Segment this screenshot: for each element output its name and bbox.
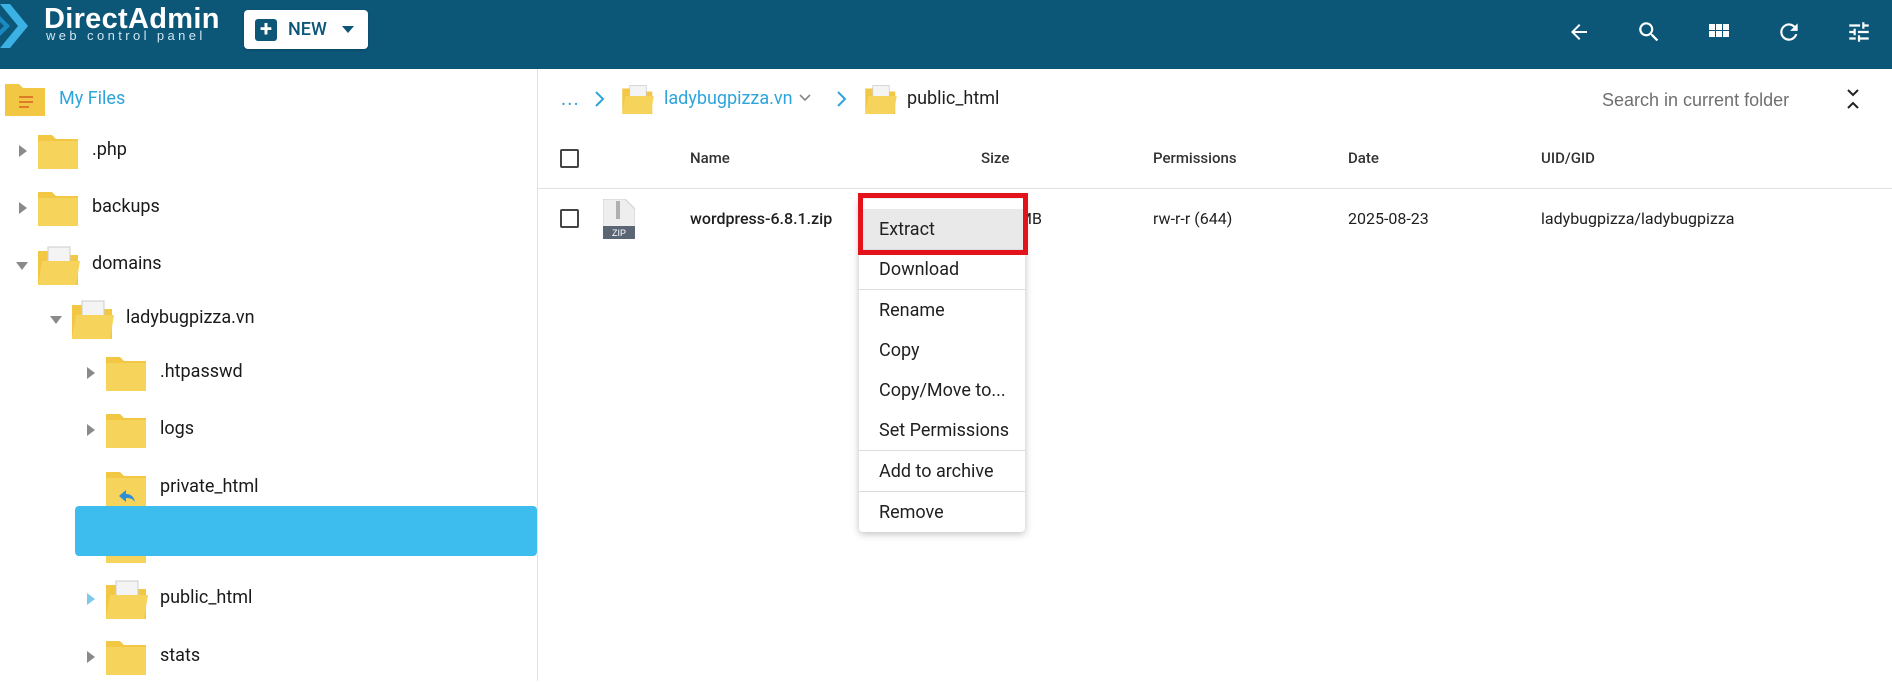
folder-link-icon	[106, 472, 146, 506]
collapse-arrow-icon[interactable]	[50, 316, 62, 324]
tree-item-backups[interactable]: backups	[0, 183, 538, 233]
file-date: 2025-08-23	[1348, 209, 1429, 228]
plus-icon: +	[255, 18, 277, 41]
folder-icon	[106, 414, 146, 448]
settings-sliders-icon[interactable]	[1844, 17, 1874, 47]
expand-arrow-icon[interactable]	[87, 593, 95, 605]
expand-arrow-icon[interactable]	[87, 424, 95, 436]
folder-icon	[106, 641, 146, 675]
search-input[interactable]	[1600, 85, 1830, 115]
file-name[interactable]: wordpress-6.8.1.zip	[690, 209, 832, 228]
expand-arrow-icon[interactable]	[19, 202, 27, 214]
menu-item-remove[interactable]: Remove	[859, 492, 1025, 532]
collapse-arrow-icon[interactable]	[16, 262, 28, 270]
back-arrow-icon[interactable]	[1564, 17, 1594, 47]
folder-open-icon	[72, 300, 114, 339]
file-context-menu: Extract Download Rename Copy Copy/Move t…	[859, 199, 1025, 532]
new-button-label: NEW	[288, 19, 327, 40]
selected-tree-highlight	[75, 506, 537, 556]
folder-open-icon	[106, 580, 148, 619]
brand-subtitle: web control panel	[46, 28, 206, 43]
zip-icon-label: ZIP	[612, 228, 626, 238]
grid-view-icon[interactable]	[1704, 17, 1734, 47]
file-permissions: rw-r-r (644)	[1153, 209, 1233, 228]
folder-open-icon	[865, 85, 897, 114]
folder-open-icon	[38, 246, 80, 285]
expand-arrow-icon[interactable]	[87, 367, 95, 379]
tree-item-domains[interactable]: domains	[0, 240, 538, 290]
header-divider	[538, 188, 1892, 189]
menu-item-copy-move[interactable]: Copy/Move to...	[859, 370, 1025, 410]
tree-item-label: domains	[92, 253, 162, 274]
breadcrumb-ellipsis[interactable]: ...	[561, 86, 580, 110]
menu-item-download[interactable]: Download	[859, 249, 1025, 289]
column-header-name[interactable]: Name	[690, 149, 730, 167]
tree-root-my-files[interactable]: My Files	[0, 74, 538, 124]
tree-item-logs[interactable]: logs	[68, 405, 538, 455]
chevron-right-icon	[595, 91, 605, 107]
column-header-uid-gid[interactable]: UID/GID	[1541, 149, 1595, 167]
expand-arrow-icon[interactable]	[87, 651, 95, 663]
menu-item-extract[interactable]: Extract	[859, 209, 1025, 249]
tree-item-htpasswd[interactable]: .htpasswd	[68, 348, 538, 398]
folder-home-icon	[5, 84, 45, 116]
directadmin-logo-icon	[0, 4, 28, 48]
breadcrumb-item-public-html[interactable]: public_html	[907, 88, 999, 109]
tree-item-label: logs	[160, 418, 195, 439]
chevron-down-icon[interactable]	[799, 94, 811, 102]
folder-icon	[38, 192, 78, 226]
file-uid-gid: ladybugpizza/ladybugpizza	[1541, 209, 1735, 228]
table-row[interactable]: ZIP wordpress-6.8.1.zip MB rw-r-r (644) …	[538, 190, 1892, 248]
column-header-size[interactable]: Size	[981, 149, 1009, 167]
row-checkbox[interactable]	[560, 209, 579, 228]
menu-item-copy[interactable]: Copy	[859, 330, 1025, 370]
breadcrumb-item-ladybugpizza[interactable]: ladybugpizza.vn	[664, 88, 793, 109]
expand-arrow-icon[interactable]	[19, 145, 27, 157]
menu-item-set-permissions[interactable]: Set Permissions	[859, 410, 1025, 450]
folder-open-icon	[622, 85, 654, 114]
folder-icon	[38, 135, 78, 169]
tree-item-public-html[interactable]: public_html	[68, 574, 538, 624]
column-header-date[interactable]: Date	[1348, 149, 1379, 167]
top-bar: DirectAdmin web control panel + NEW	[0, 0, 1892, 69]
column-header-permissions[interactable]: Permissions	[1153, 149, 1237, 167]
menu-item-add-to-archive[interactable]: Add to archive	[859, 451, 1025, 491]
tree-item-ladybugpizza[interactable]: ladybugpizza.vn	[34, 294, 538, 344]
menu-item-rename[interactable]: Rename	[859, 290, 1025, 330]
refresh-icon[interactable]	[1774, 17, 1804, 47]
new-button[interactable]: + NEW	[244, 10, 368, 49]
tree-item-label: stats	[160, 645, 201, 666]
tree-root-label: My Files	[59, 88, 126, 109]
tree-item-label: .php	[92, 139, 127, 160]
tree-item-stats[interactable]: stats	[68, 632, 538, 682]
tree-item-label: .htpasswd	[160, 361, 243, 382]
chevron-right-icon	[837, 91, 847, 107]
select-all-checkbox[interactable]	[560, 149, 579, 168]
caret-down-icon[interactable]	[342, 26, 354, 33]
tree-item-label: ladybugpizza.vn	[126, 307, 255, 328]
zip-file-icon: ZIP	[603, 199, 635, 239]
search-icon[interactable]	[1634, 17, 1664, 47]
tree-item-label: private_html	[160, 476, 259, 497]
tree-item-php[interactable]: .php	[0, 126, 538, 176]
tree-item-label: backups	[92, 196, 160, 217]
collapse-toggle-icon[interactable]	[1846, 88, 1860, 110]
tree-item-label: public_html	[160, 587, 253, 608]
folder-icon	[106, 357, 146, 391]
